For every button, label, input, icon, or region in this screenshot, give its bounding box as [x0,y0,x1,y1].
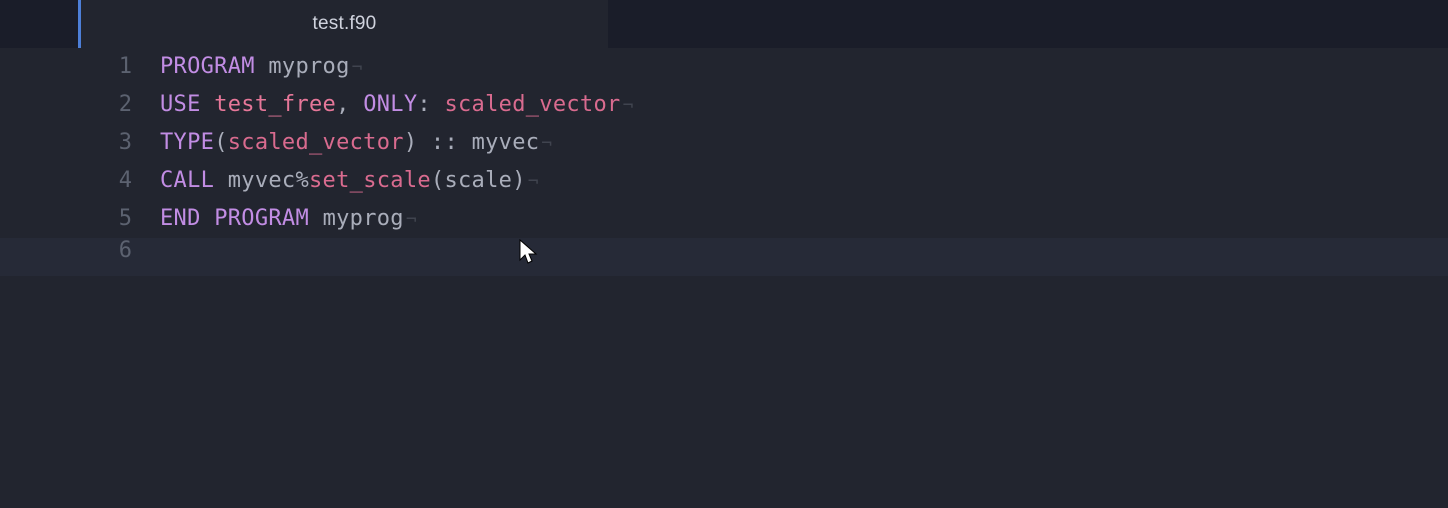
code-line[interactable]: 3 TYPE(scaled_vector) :: myvec¬ [0,124,1448,162]
tab-bar: test.f90 [0,0,1448,48]
line-number: 3 [0,130,160,155]
line-number: 5 [0,206,160,231]
code-text: PROGRAM myprog¬ [160,48,363,87]
line-number: 6 [0,238,160,263]
code-line[interactable]: 2 USE test_free, ONLY: scaled_vector¬ [0,86,1448,124]
code-line[interactable]: 4 CALL myvec%set_scale(scale)¬ [0,162,1448,200]
code-line-current[interactable]: 6 [0,238,1448,276]
line-number: 1 [0,54,160,79]
code-text: END PROGRAM myprog¬ [160,200,417,239]
tab-active[interactable]: test.f90 [78,0,608,48]
code-text: TYPE(scaled_vector) :: myvec¬ [160,124,552,163]
tab-bar-gutter [0,0,78,48]
line-number: 2 [0,92,160,117]
code-text: USE test_free, ONLY: scaled_vector¬ [160,86,634,125]
editor[interactable]: 1 PROGRAM myprog¬ 2 USE test_free, ONLY:… [0,48,1448,508]
line-number: 4 [0,168,160,193]
code-line[interactable]: 1 PROGRAM myprog¬ [0,48,1448,86]
code-line[interactable]: 5 END PROGRAM myprog¬ [0,200,1448,238]
tab-title: test.f90 [313,13,377,35]
code-text: CALL myvec%set_scale(scale)¬ [160,162,539,201]
